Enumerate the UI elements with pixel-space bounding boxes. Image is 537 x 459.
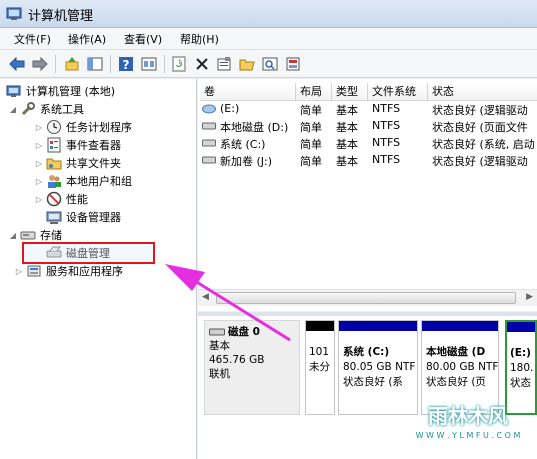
watermark-logo: 雨林木风 W W W . Y L M F U . C O M [415, 404, 521, 440]
annotation-arrow [165, 264, 291, 342]
